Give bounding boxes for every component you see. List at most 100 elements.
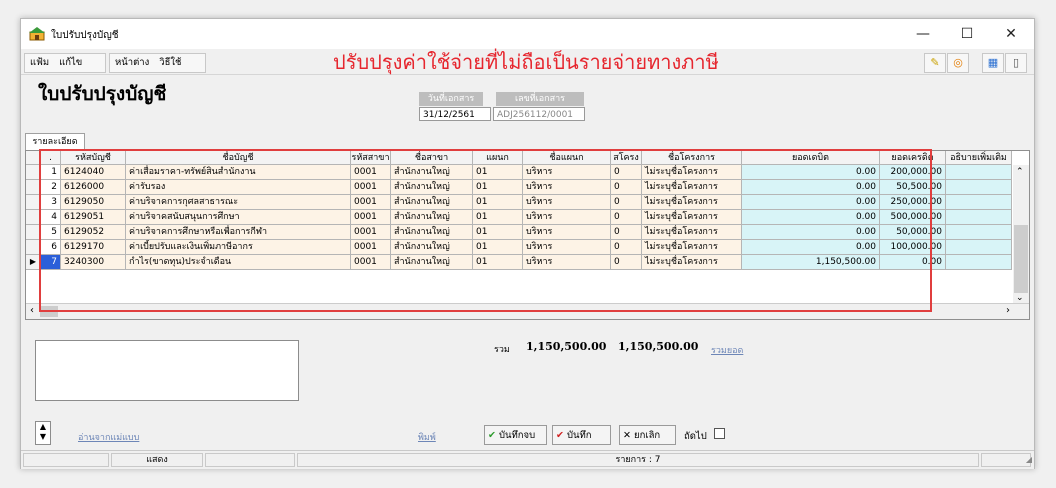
grid-header-project-code[interactable]: สโครง — [611, 151, 642, 165]
grid-header-branch-code[interactable]: รหัสสาขา — [351, 151, 391, 165]
cell-credit[interactable]: 200,000.00 — [880, 165, 946, 180]
resize-grip-icon[interactable]: ◢ — [1026, 455, 1032, 464]
cell-branch-code[interactable]: 0001 — [351, 180, 391, 195]
cell-remark[interactable] — [946, 255, 1012, 270]
menu-edit[interactable]: แก้ไข — [54, 54, 87, 72]
spin-down-icon[interactable]: ▼ — [36, 432, 50, 442]
cell-row-no[interactable]: 2 — [41, 180, 61, 195]
scroll-thumb[interactable] — [1014, 225, 1028, 293]
detail-grid[interactable]: ⌃ ⌄ ‹ › . รหัสบัญชี ชื่อบัญชี รหัสสาขา ชื่อส… — [25, 150, 1030, 320]
cell-row-no[interactable]: 7 — [41, 255, 61, 270]
target-icon[interactable]: ◎ — [947, 53, 969, 73]
cell-project-name[interactable]: ไม่ระบุชื่อโครงการ — [642, 210, 742, 225]
spin-up-icon[interactable]: ▲ — [36, 422, 50, 432]
cell-branch-code[interactable]: 0001 — [351, 225, 391, 240]
cell-row-no[interactable]: 6 — [41, 240, 61, 255]
cell-dept[interactable]: 01 — [473, 240, 523, 255]
menu-help[interactable]: วิธีใช้ — [154, 54, 186, 72]
cell-branch-name[interactable]: สำนักงานใหญ่ — [391, 240, 473, 255]
cell-account-name[interactable]: ค่ารับรอง — [126, 180, 351, 195]
sum-link[interactable]: รวมยอด — [711, 343, 743, 357]
scroll-up-icon[interactable]: ⌃ — [1016, 167, 1024, 177]
cell-dept-name[interactable]: บริหาร — [523, 240, 611, 255]
menu-window[interactable]: หน้าต่าง — [110, 54, 154, 72]
cell-branch-code[interactable]: 0001 — [351, 195, 391, 210]
doc-no-field[interactable]: ADJ256112/0001 — [493, 107, 585, 121]
cell-account-name[interactable]: ค่าเบี้ยปรับและเงินเพิ่มภาษีอากร — [126, 240, 351, 255]
hscroll-thumb[interactable] — [40, 306, 58, 317]
cell-row-no[interactable]: 5 — [41, 225, 61, 240]
cell-project-code[interactable]: 0 — [611, 165, 642, 180]
cell-dept-name[interactable]: บริหาร — [523, 210, 611, 225]
cell-account-code[interactable]: 6129052 — [61, 225, 126, 240]
cell-branch-name[interactable]: สำนักงานใหญ่ — [391, 225, 473, 240]
cell-dept[interactable]: 01 — [473, 210, 523, 225]
grid-header-row-no[interactable]: . — [41, 151, 61, 165]
cell-account-code[interactable]: 6129051 — [61, 210, 126, 225]
grid-header-branch-name[interactable]: ชื่อสาขา — [391, 151, 473, 165]
grid-header-credit[interactable]: ยอดเครดิต — [880, 151, 946, 165]
scroll-right-icon[interactable]: › — [1006, 305, 1010, 316]
horizontal-scrollbar[interactable]: ‹ › — [26, 303, 1029, 319]
cell-project-code[interactable]: 0 — [611, 210, 642, 225]
cell-remark[interactable] — [946, 165, 1012, 180]
cell-debit[interactable]: 0.00 — [742, 195, 880, 210]
cell-account-name[interactable]: กำไร(ขาดทุน)ประจำเดือน — [126, 255, 351, 270]
print-link[interactable]: พิมพ์ — [418, 430, 436, 444]
cell-dept-name[interactable]: บริหาร — [523, 195, 611, 210]
cell-credit[interactable]: 50,500.00 — [880, 180, 946, 195]
cell-account-name[interactable]: ค่าบริจาคการกุศลสาธารณะ — [126, 195, 351, 210]
grid-header-debit[interactable]: ยอดเดบิต — [742, 151, 880, 165]
cell-remark[interactable] — [946, 195, 1012, 210]
grid-header-account-name[interactable]: ชื่อบัญชี — [126, 151, 351, 165]
minimize-button[interactable]: — — [901, 19, 945, 49]
cell-remark[interactable] — [946, 225, 1012, 240]
cell-account-code[interactable]: 6126000 — [61, 180, 126, 195]
cell-project-code[interactable]: 0 — [611, 225, 642, 240]
exit-door-icon[interactable]: ▯ — [1005, 53, 1027, 73]
cell-dept-name[interactable]: บริหาร — [523, 225, 611, 240]
cell-branch-code[interactable]: 0001 — [351, 165, 391, 180]
cell-branch-code[interactable]: 0001 — [351, 255, 391, 270]
cell-remark[interactable] — [946, 180, 1012, 195]
cell-account-code[interactable]: 6124040 — [61, 165, 126, 180]
cell-project-name[interactable]: ไม่ระบุชื่อโครงการ — [642, 255, 742, 270]
cell-row-no[interactable]: 1 — [41, 165, 61, 180]
cell-debit[interactable]: 0.00 — [742, 180, 880, 195]
grid-header-project-name[interactable]: ชื่อโครงการ — [642, 151, 742, 165]
grid-header-dept[interactable]: แผนก — [473, 151, 523, 165]
save-button[interactable]: ✔ บันทึก — [552, 425, 611, 445]
cell-remark[interactable] — [946, 240, 1012, 255]
cell-branch-name[interactable]: สำนักงานใหญ่ — [391, 210, 473, 225]
cell-credit[interactable]: 50,000.00 — [880, 225, 946, 240]
cell-project-code[interactable]: 0 — [611, 255, 642, 270]
cell-dept-name[interactable]: บริหาร — [523, 255, 611, 270]
grid-header-indicator[interactable] — [26, 151, 41, 165]
tab-detail[interactable]: รายละเอียด — [25, 133, 85, 150]
cell-branch-name[interactable]: สำนักงานใหญ่ — [391, 255, 473, 270]
cancel-button[interactable]: ✕ ยกเลิก — [619, 425, 676, 445]
cell-account-name[interactable]: ค่าบริจาคการศึกษาหรือเพื่อการกีฬา — [126, 225, 351, 240]
cell-project-name[interactable]: ไม่ระบุชื่อโครงการ — [642, 180, 742, 195]
cell-branch-code[interactable]: 0001 — [351, 210, 391, 225]
pencil-icon[interactable]: ✎ — [924, 53, 946, 73]
grid-header-remark[interactable]: อธิบายเพิ่มเติม — [946, 151, 1012, 165]
cell-dept-name[interactable]: บริหาร — [523, 180, 611, 195]
cell-project-name[interactable]: ไม่ระบุชื่อโครงการ — [642, 225, 742, 240]
doc-date-field[interactable]: 31/12/2561 — [419, 107, 491, 121]
cell-project-name[interactable]: ไม่ระบุชื่อโครงการ — [642, 165, 742, 180]
cell-branch-code[interactable]: 0001 — [351, 240, 391, 255]
cell-branch-name[interactable]: สำนักงานใหญ่ — [391, 180, 473, 195]
cell-credit[interactable]: 500,000.00 — [880, 210, 946, 225]
cell-account-code[interactable]: 6129170 — [61, 240, 126, 255]
cell-dept[interactable]: 01 — [473, 255, 523, 270]
cell-credit[interactable]: 100,000.00 — [880, 240, 946, 255]
cell-debit[interactable]: 0.00 — [742, 210, 880, 225]
cell-row-no[interactable]: 3 — [41, 195, 61, 210]
cell-project-name[interactable]: ไม่ระบุชื่อโครงการ — [642, 195, 742, 210]
cell-dept[interactable]: 01 — [473, 165, 523, 180]
save-close-button[interactable]: ✔ บันทึกจบ — [484, 425, 547, 445]
cell-project-name[interactable]: ไม่ระบุชื่อโครงการ — [642, 240, 742, 255]
cell-branch-name[interactable]: สำนักงานใหญ่ — [391, 195, 473, 210]
cell-project-code[interactable]: 0 — [611, 180, 642, 195]
